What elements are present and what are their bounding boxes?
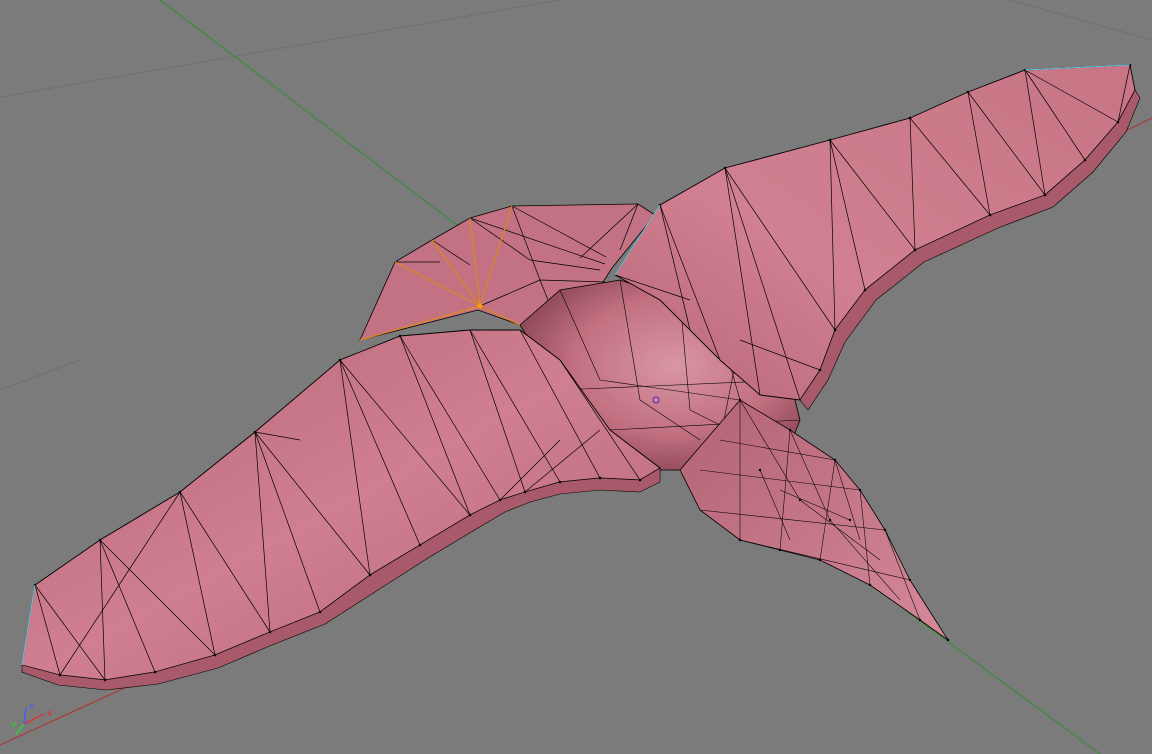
y-axis-line — [904, 609, 1101, 754]
3d-viewport[interactable]: x y z — [0, 0, 1152, 754]
grid-line — [0, 359, 81, 391]
gizmo-x-label: x — [47, 709, 53, 719]
bird-tail[interactable] — [679, 398, 950, 642]
scene-canvas[interactable] — [0, 0, 1152, 754]
selected-vertex — [477, 303, 483, 309]
grid-line — [0, 0, 561, 98]
left-wing[interactable] — [21, 329, 661, 691]
axis-gizmo: x y z — [6, 700, 62, 740]
grid-line — [1009, 0, 1152, 41]
gizmo-y-label: y — [11, 720, 17, 730]
y-axis-line — [159, 0, 471, 236]
gizmo-z-label: z — [29, 702, 34, 712]
